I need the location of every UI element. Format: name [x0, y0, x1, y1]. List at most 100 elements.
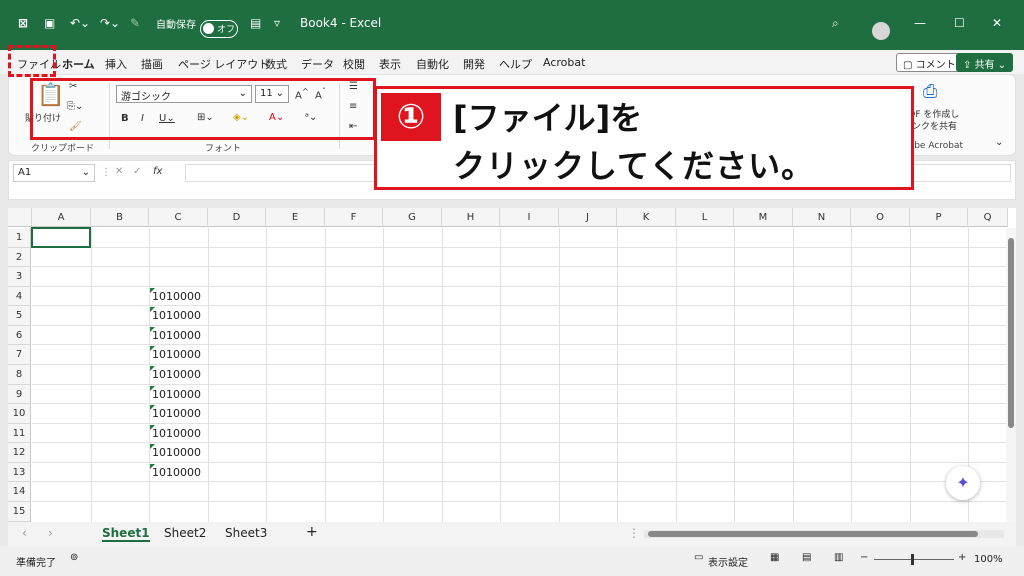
tab-data[interactable]: データ — [301, 56, 334, 72]
insert-function-icon[interactable]: fx — [153, 166, 162, 177]
close-icon[interactable]: ✕ — [992, 16, 1002, 30]
row-header[interactable]: 4 — [8, 287, 31, 306]
name-box-value: A1 — [18, 167, 32, 178]
more-icon: ⋮ — [101, 167, 111, 178]
avatar[interactable] — [872, 22, 890, 40]
sheet-tab-3[interactable]: Sheet3 — [225, 526, 267, 540]
cell-c11[interactable]: 1010000 — [152, 427, 201, 440]
acrobat-icon[interactable]: ⎙ — [923, 81, 937, 102]
tab-help[interactable]: ヘルプ — [499, 56, 532, 72]
accessibility-icon[interactable]: ⊚ — [70, 552, 78, 563]
tab-view[interactable]: 表示 — [379, 56, 401, 72]
cell-c6[interactable]: 1010000 — [152, 329, 201, 342]
column-header[interactable]: M — [734, 208, 793, 227]
sheet-tab-2[interactable]: Sheet2 — [164, 526, 206, 540]
cell-c9[interactable]: 1010000 — [152, 388, 201, 401]
tab-draw[interactable]: 描画 — [141, 56, 163, 72]
form-icon[interactable]: ▤ — [250, 16, 261, 30]
column-header[interactable]: B — [91, 208, 149, 227]
enter-icon[interactable]: ✓ — [133, 166, 141, 177]
cancel-icon[interactable]: ✕ — [115, 166, 123, 177]
next-sheet-icon[interactable]: › — [48, 526, 53, 540]
zoom-slider[interactable] — [874, 559, 954, 560]
tab-automate[interactable]: 自動化 — [416, 56, 449, 72]
page-layout-view-icon[interactable]: ▤ — [802, 552, 811, 563]
column-header[interactable]: P — [910, 208, 968, 227]
tab-formulas[interactable]: 数式 — [265, 56, 287, 72]
minimize-icon[interactable]: — — [914, 16, 926, 30]
search-icon[interactable]: ⌕ — [832, 16, 839, 31]
row-header[interactable]: 12 — [8, 443, 31, 463]
display-settings-label[interactable]: 表示設定 — [708, 554, 748, 569]
comment-button[interactable]: ▢ コメント — [896, 53, 963, 72]
save-icon[interactable]: ▣ — [44, 16, 55, 30]
column-header[interactable]: E — [266, 208, 325, 227]
gridline — [32, 501, 1007, 502]
page-break-view-icon[interactable]: ▥ — [834, 552, 843, 563]
cell-c8[interactable]: 1010000 — [152, 368, 201, 381]
sheet-tab-1[interactable]: Sheet1 — [102, 526, 150, 542]
horizontal-scroll-thumb[interactable] — [648, 531, 978, 537]
column-header[interactable]: D — [208, 208, 266, 227]
tab-review[interactable]: 校閲 — [343, 56, 365, 72]
tab-home[interactable]: ホーム — [62, 56, 95, 76]
add-sheet-icon[interactable]: + — [306, 524, 318, 540]
row-header[interactable]: 10 — [8, 404, 31, 424]
undo-icon[interactable]: ↶⌄ — [70, 16, 90, 30]
row-header[interactable]: 13 — [8, 463, 31, 482]
column-header[interactable]: G — [383, 208, 442, 227]
select-all-corner[interactable] — [8, 208, 32, 227]
column-header[interactable]: H — [442, 208, 500, 227]
row-header[interactable]: 14 — [8, 482, 31, 502]
qat-more-icon[interactable]: ▿ — [274, 16, 280, 30]
share-button[interactable]: ⇪ 共有 ⌄ — [956, 53, 1014, 72]
row-header[interactable]: 2 — [8, 248, 31, 267]
autosave-toggle[interactable]: オフ — [200, 20, 238, 38]
prev-sheet-icon[interactable]: ‹ — [22, 526, 27, 540]
gridline — [676, 228, 677, 522]
row-header[interactable]: 1 — [8, 228, 31, 248]
column-header[interactable]: C — [149, 208, 208, 227]
ribbon-highlight-box — [30, 78, 376, 140]
row-header[interactable]: 5 — [8, 306, 31, 326]
column-header[interactable]: K — [617, 208, 676, 227]
row-header[interactable]: 6 — [8, 326, 31, 345]
cell-c13[interactable]: 1010000 — [152, 466, 201, 479]
collapse-ribbon-icon[interactable]: ⌄ — [995, 137, 1003, 148]
row-header[interactable]: 7 — [8, 345, 31, 365]
cell-c4[interactable]: 1010000 — [152, 290, 201, 303]
name-box[interactable]: A1 ⌄ — [13, 164, 95, 182]
vertical-scroll-thumb[interactable] — [1008, 238, 1014, 428]
zoom-out-icon[interactable]: − — [860, 552, 868, 563]
cell-c7[interactable]: 1010000 — [152, 348, 201, 361]
redo-icon[interactable]: ↷⌄ — [100, 16, 120, 30]
column-header[interactable]: A — [32, 208, 91, 227]
tab-developer[interactable]: 開発 — [463, 56, 485, 72]
column-header[interactable]: Q — [968, 208, 1008, 227]
maximize-icon[interactable]: ☐ — [954, 16, 965, 30]
tab-insert[interactable]: 挿入 — [105, 56, 127, 72]
column-header[interactable]: N — [793, 208, 851, 227]
row-header[interactable]: 15 — [8, 502, 31, 522]
column-header[interactable]: I — [500, 208, 559, 227]
column-header[interactable]: O — [851, 208, 910, 227]
column-header[interactable]: F — [325, 208, 383, 227]
cell-c12[interactable]: 1010000 — [152, 446, 201, 459]
row-header[interactable]: 3 — [8, 267, 31, 287]
tab-acrobat[interactable]: Acrobat — [543, 56, 585, 69]
row-header[interactable]: 9 — [8, 385, 31, 404]
copilot-icon[interactable]: ✦ — [946, 466, 980, 500]
tab-page-layout[interactable]: ページ レイアウト — [178, 56, 269, 72]
normal-view-icon[interactable]: ▦ — [770, 552, 779, 563]
row-header[interactable]: 8 — [8, 365, 31, 385]
display-settings-icon[interactable]: ▭ — [694, 552, 703, 563]
cell-c10[interactable]: 1010000 — [152, 407, 201, 420]
zoom-slider-thumb[interactable] — [911, 554, 914, 565]
zoom-level[interactable]: 100% — [974, 554, 1003, 565]
selected-cell[interactable] — [31, 227, 91, 248]
zoom-in-icon[interactable]: + — [958, 552, 966, 563]
column-header[interactable]: J — [559, 208, 617, 227]
cell-c5[interactable]: 1010000 — [152, 309, 201, 322]
row-header[interactable]: 11 — [8, 424, 31, 443]
column-header[interactable]: L — [676, 208, 734, 227]
